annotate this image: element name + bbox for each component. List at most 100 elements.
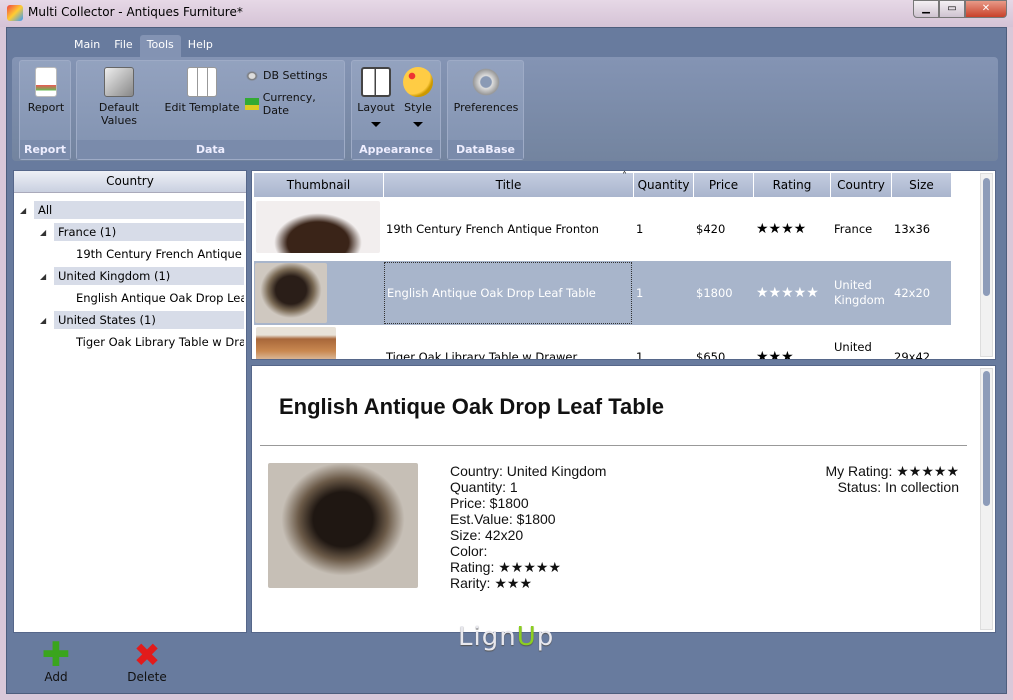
cell-rating: ★★★: [756, 349, 794, 360]
plus-icon: ✚: [41, 635, 71, 675]
table-row-selected[interactable]: English Antique Oak Drop Leaf Table 1 $1…: [254, 261, 951, 325]
layout-label: Layout: [357, 101, 395, 114]
tab-main[interactable]: Main: [67, 35, 107, 57]
cell-title: English Antique Oak Drop Leaf Table: [384, 262, 632, 324]
title-bar: Multi Collector - Antiques Furniture* ▁ …: [0, 0, 1013, 27]
detail-title: English Antique Oak Drop Leaf Table: [279, 394, 665, 419]
group-label: Appearance: [352, 140, 440, 159]
table-row[interactable]: Tiger Oak Library Table w Drawer 1 $650 …: [254, 325, 951, 360]
group-label: Data: [77, 140, 344, 159]
tree-node-united-states[interactable]: United States (1): [54, 311, 244, 329]
style-label: Style: [404, 101, 432, 114]
cell-quantity: 1: [636, 286, 644, 300]
items-grid: Thumbnail Title ˄ Quantity Price Rating C…: [251, 170, 996, 360]
group-label: Report: [20, 140, 70, 159]
collapse-icon[interactable]: ◢: [20, 206, 26, 215]
add-button[interactable]: ✚ Add: [36, 635, 76, 684]
detail-collection-status: Status: In collection: [837, 479, 959, 495]
column-header-thumbnail[interactable]: Thumbnail: [254, 173, 384, 197]
tree-leaf[interactable]: 19th Century French Antique ...: [76, 245, 244, 263]
cell-price: $420: [696, 222, 726, 236]
delete-x-icon: ✖: [133, 636, 161, 674]
detail-country: Country: United Kingdom: [450, 463, 607, 479]
detail-est-value: Est.Value: $1800: [450, 511, 556, 527]
report-button[interactable]: Report: [24, 67, 68, 114]
detail-size: Size: 42x20: [450, 527, 524, 543]
detail-my-rating: My Rating: ★★★★★: [825, 463, 959, 479]
scrollbar-thumb[interactable]: [983, 178, 990, 296]
column-header-size[interactable]: Size: [892, 173, 952, 197]
detail-scrollbar[interactable]: [980, 368, 993, 630]
tree-header[interactable]: Country: [14, 171, 246, 193]
cell-country: United: [834, 340, 872, 354]
thumbnail-image: [256, 327, 336, 359]
column-header-price[interactable]: Price: [694, 173, 754, 197]
collapse-icon[interactable]: ◢: [40, 272, 46, 281]
add-label: Add: [44, 670, 68, 684]
tab-tools[interactable]: Tools: [139, 35, 181, 57]
cell-quantity: 1: [636, 222, 644, 236]
column-header-quantity[interactable]: Quantity: [634, 173, 694, 197]
preferences-label: Preferences: [453, 101, 519, 114]
country-tree-panel: Country ◢ All ◢ France (1) 19th Century …: [13, 170, 247, 633]
money-icon: [245, 98, 259, 110]
app-icon: [7, 5, 23, 21]
cell-title: 19th Century French Antique Fronton: [386, 222, 599, 236]
default-values-button[interactable]: Default Values: [81, 67, 157, 127]
db-settings-button[interactable]: DB Settings: [245, 69, 328, 82]
column-header-rating[interactable]: Rating: [754, 173, 831, 197]
scrollbar-thumb[interactable]: [983, 371, 990, 506]
tree-leaf[interactable]: English Antique Oak Drop Lea...: [76, 289, 244, 307]
delete-label: Delete: [127, 670, 167, 684]
divider: [260, 445, 967, 446]
tab-help[interactable]: Help: [181, 35, 220, 57]
report-label: Report: [27, 101, 65, 114]
tree-node-united-kingdom[interactable]: United Kingdom (1): [54, 267, 244, 285]
delete-button[interactable]: ✖ Delete: [122, 636, 172, 684]
column-header-title[interactable]: Title ˄: [384, 171, 634, 197]
detail-image: [268, 463, 418, 588]
app-window: Main File Tools Help Report Report Defau…: [6, 27, 1007, 694]
tree-leaf[interactable]: Tiger Oak Library Table w Dra...: [76, 333, 244, 351]
detail-quantity: Quantity: 1: [450, 479, 518, 495]
detail-rarity: Rarity: ★★★: [450, 575, 532, 591]
sort-ascending-icon: ˄: [622, 171, 627, 182]
tree-node-all[interactable]: All: [34, 201, 244, 219]
currency-date-button[interactable]: Currency, Date: [245, 91, 344, 117]
column-title-label: Title: [495, 178, 522, 192]
minimize-button[interactable]: ▁: [913, 0, 939, 18]
close-button[interactable]: ✕: [965, 0, 1007, 18]
db-settings-label: DB Settings: [263, 69, 328, 82]
table-row[interactable]: 19th Century French Antique Fronton 1 $4…: [254, 197, 951, 261]
group-report: Report Report: [19, 60, 71, 160]
collapse-icon[interactable]: ◢: [40, 228, 46, 237]
cell-size: 13x36: [894, 222, 931, 236]
lignup-logo: LignUp: [458, 622, 555, 652]
grid-scrollbar[interactable]: [980, 173, 993, 357]
maximize-button[interactable]: ▭: [939, 0, 965, 18]
cell-rating: ★★★★★: [756, 285, 819, 301]
cell-country: United Kingdom: [834, 278, 885, 307]
layout-button[interactable]: Layout: [356, 67, 396, 127]
style-button[interactable]: Style: [398, 67, 438, 127]
column-header-country[interactable]: Country: [831, 173, 892, 197]
detail-info: Country: United Kingdom Quantity: 1 Pric…: [450, 463, 606, 591]
cell-size: 42x20: [894, 286, 931, 300]
cell-price: $650: [696, 350, 726, 360]
cell-price: $1800: [696, 286, 733, 300]
menu-tabs: Main File Tools Help: [67, 35, 220, 57]
tree-node-france[interactable]: France (1): [54, 223, 244, 241]
edit-template-button[interactable]: Edit Template: [163, 67, 241, 114]
collapse-icon[interactable]: ◢: [40, 316, 46, 325]
preferences-button[interactable]: Preferences: [451, 67, 521, 114]
tab-file[interactable]: File: [107, 35, 139, 57]
ribbon: Report Report Default Values Edit Templa…: [12, 57, 998, 161]
cell-country: France: [834, 222, 873, 236]
default-values-icon: [104, 67, 134, 97]
group-database: Preferences DataBase: [447, 60, 524, 160]
detail-color: Color:: [450, 543, 488, 559]
detail-status: My Rating: ★★★★★ Status: In collection: [825, 463, 959, 495]
detail-panel: English Antique Oak Drop Leaf Table Coun…: [251, 365, 996, 633]
gears-icon: [245, 69, 259, 82]
default-values-label: Default Values: [98, 101, 140, 127]
